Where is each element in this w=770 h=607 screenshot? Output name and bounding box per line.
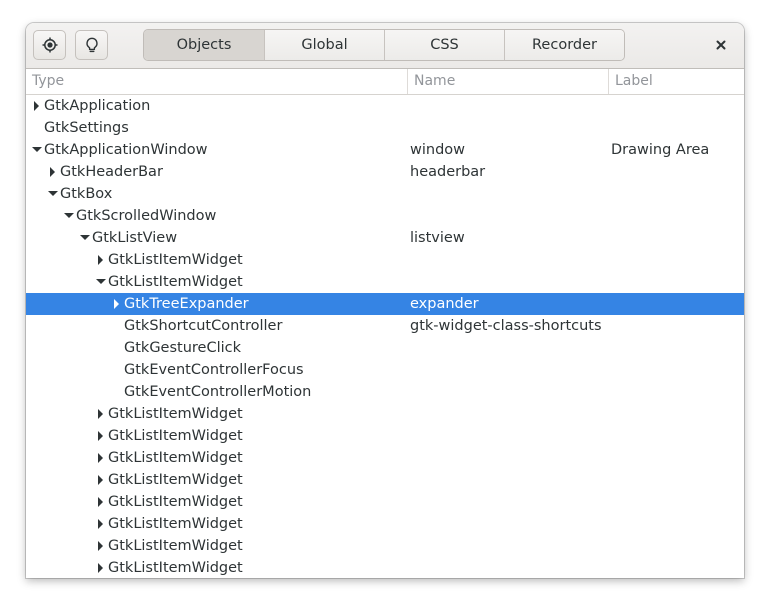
row-label: Drawing Area: [611, 142, 710, 158]
row-name: listview: [410, 230, 465, 246]
object-picker-button[interactable]: [33, 30, 66, 60]
row-type: GtkListItemWidget: [108, 450, 243, 466]
row-type: GtkBox: [60, 186, 113, 202]
tree-row[interactable]: GtkSettings: [26, 117, 744, 139]
row-type: GtkListView: [92, 230, 178, 246]
expander-closed-icon[interactable]: [95, 513, 107, 535]
expander-closed-icon[interactable]: [95, 403, 107, 425]
row-type: GtkHeaderBar: [60, 164, 163, 180]
row-type: GtkTreeExpander: [124, 296, 249, 312]
row-name: expander: [410, 296, 479, 312]
row-type: GtkShortcutController: [124, 318, 283, 334]
tree-row[interactable]: GtkListItemWidget: [26, 469, 744, 491]
lightbulb-icon: [84, 37, 100, 53]
expander-closed-icon[interactable]: [95, 447, 107, 469]
row-type: GtkListItemWidget: [108, 538, 243, 554]
tab-objects[interactable]: Objects: [144, 30, 264, 60]
tree-row[interactable]: GtkListItemWidget: [26, 425, 744, 447]
tree-row[interactable]: GtkEventControllerFocus: [26, 359, 744, 381]
row-type: GtkEventControllerMotion: [124, 384, 312, 400]
column-header-type[interactable]: Type: [26, 69, 407, 94]
object-tree: GtkApplication GtkSettings GtkApplicationW…: [26, 95, 744, 578]
row-type: GtkListItemWidget: [108, 472, 243, 488]
tree-row[interactable]: GtkBox: [26, 183, 744, 205]
row-type: GtkListItemWidget: [108, 428, 243, 444]
crosshair-icon: [42, 37, 58, 53]
expander-closed-icon[interactable]: [95, 469, 107, 491]
tree-row[interactable]: GtkListItemWidget: [26, 513, 744, 535]
row-type: GtkEventControllerFocus: [124, 362, 304, 378]
expander-open-icon[interactable]: [79, 227, 91, 249]
row-type: GtkListItemWidget: [108, 516, 243, 532]
expander-closed-icon[interactable]: [47, 161, 59, 183]
tab-css[interactable]: CSS: [384, 30, 504, 60]
column-header-row: Type Name Label: [26, 69, 744, 95]
page-switcher: Objects Global CSS Recorder: [143, 29, 625, 61]
tree-row[interactable]: GtkEventControllerMotion: [26, 381, 744, 403]
row-type: GtkScrolledWindow: [76, 208, 217, 224]
tree-row[interactable]: GtkListItemWidget: [26, 249, 744, 271]
inspector-window: Objects Global CSS Recorder Type Name La…: [26, 23, 744, 578]
tab-global[interactable]: Global: [264, 30, 384, 60]
highlight-toggle-button[interactable]: [75, 30, 108, 60]
expander-closed-icon[interactable]: [95, 535, 107, 557]
expander-closed-icon[interactable]: [95, 557, 107, 578]
expander-open-icon[interactable]: [63, 205, 75, 227]
row-type: GtkGestureClick: [124, 340, 242, 356]
tree-row[interactable]: GtkListItemWidget: [26, 491, 744, 513]
row-type: GtkApplication: [44, 98, 151, 114]
row-type: GtkApplicationWindow: [44, 142, 208, 158]
close-icon: [715, 36, 727, 55]
row-name: headerbar: [410, 164, 486, 180]
expander-closed-icon[interactable]: [95, 249, 107, 271]
tree-row[interactable]: GtkTreeExpander expander: [26, 293, 744, 315]
row-type: GtkListItemWidget: [108, 494, 243, 510]
expander-open-icon[interactable]: [31, 139, 43, 161]
tree-row[interactable]: GtkListItemWidget: [26, 271, 744, 293]
tree-row[interactable]: GtkListItemWidget: [26, 557, 744, 578]
tree-row[interactable]: GtkHeaderBar headerbar: [26, 161, 744, 183]
tree-row[interactable]: GtkListItemWidget: [26, 447, 744, 469]
tree-row[interactable]: GtkListItemWidget: [26, 535, 744, 557]
row-type: GtkSettings: [44, 120, 129, 136]
row-name: window: [410, 142, 466, 158]
column-header-label[interactable]: Label: [608, 69, 744, 94]
tree-row[interactable]: GtkApplicationWindow window Drawing Area: [26, 139, 744, 161]
tree-row[interactable]: GtkShortcutController gtk-widget-class-sh…: [26, 315, 744, 337]
row-type: GtkListItemWidget: [108, 274, 243, 290]
tab-recorder[interactable]: Recorder: [504, 30, 624, 60]
row-name: gtk-widget-class-shortcuts: [410, 318, 602, 334]
column-header-name[interactable]: Name: [407, 69, 608, 94]
expander-closed-icon[interactable]: [31, 95, 43, 117]
tree-row[interactable]: GtkScrolledWindow: [26, 205, 744, 227]
row-type: GtkListItemWidget: [108, 560, 243, 576]
row-type: GtkListItemWidget: [108, 252, 243, 268]
tree-row[interactable]: GtkApplication: [26, 95, 744, 117]
expander-open-icon[interactable]: [47, 183, 59, 205]
tree-row[interactable]: GtkListView listview: [26, 227, 744, 249]
tree-row[interactable]: GtkListItemWidget: [26, 403, 744, 425]
expander-open-icon[interactable]: [95, 271, 107, 293]
row-type: GtkListItemWidget: [108, 406, 243, 422]
expander-closed-icon[interactable]: [95, 491, 107, 513]
tree-row[interactable]: GtkGestureClick: [26, 337, 744, 359]
expander-closed-icon[interactable]: [111, 293, 123, 315]
header-bar: Objects Global CSS Recorder: [26, 23, 744, 69]
close-button[interactable]: [708, 32, 734, 58]
expander-closed-icon[interactable]: [95, 425, 107, 447]
